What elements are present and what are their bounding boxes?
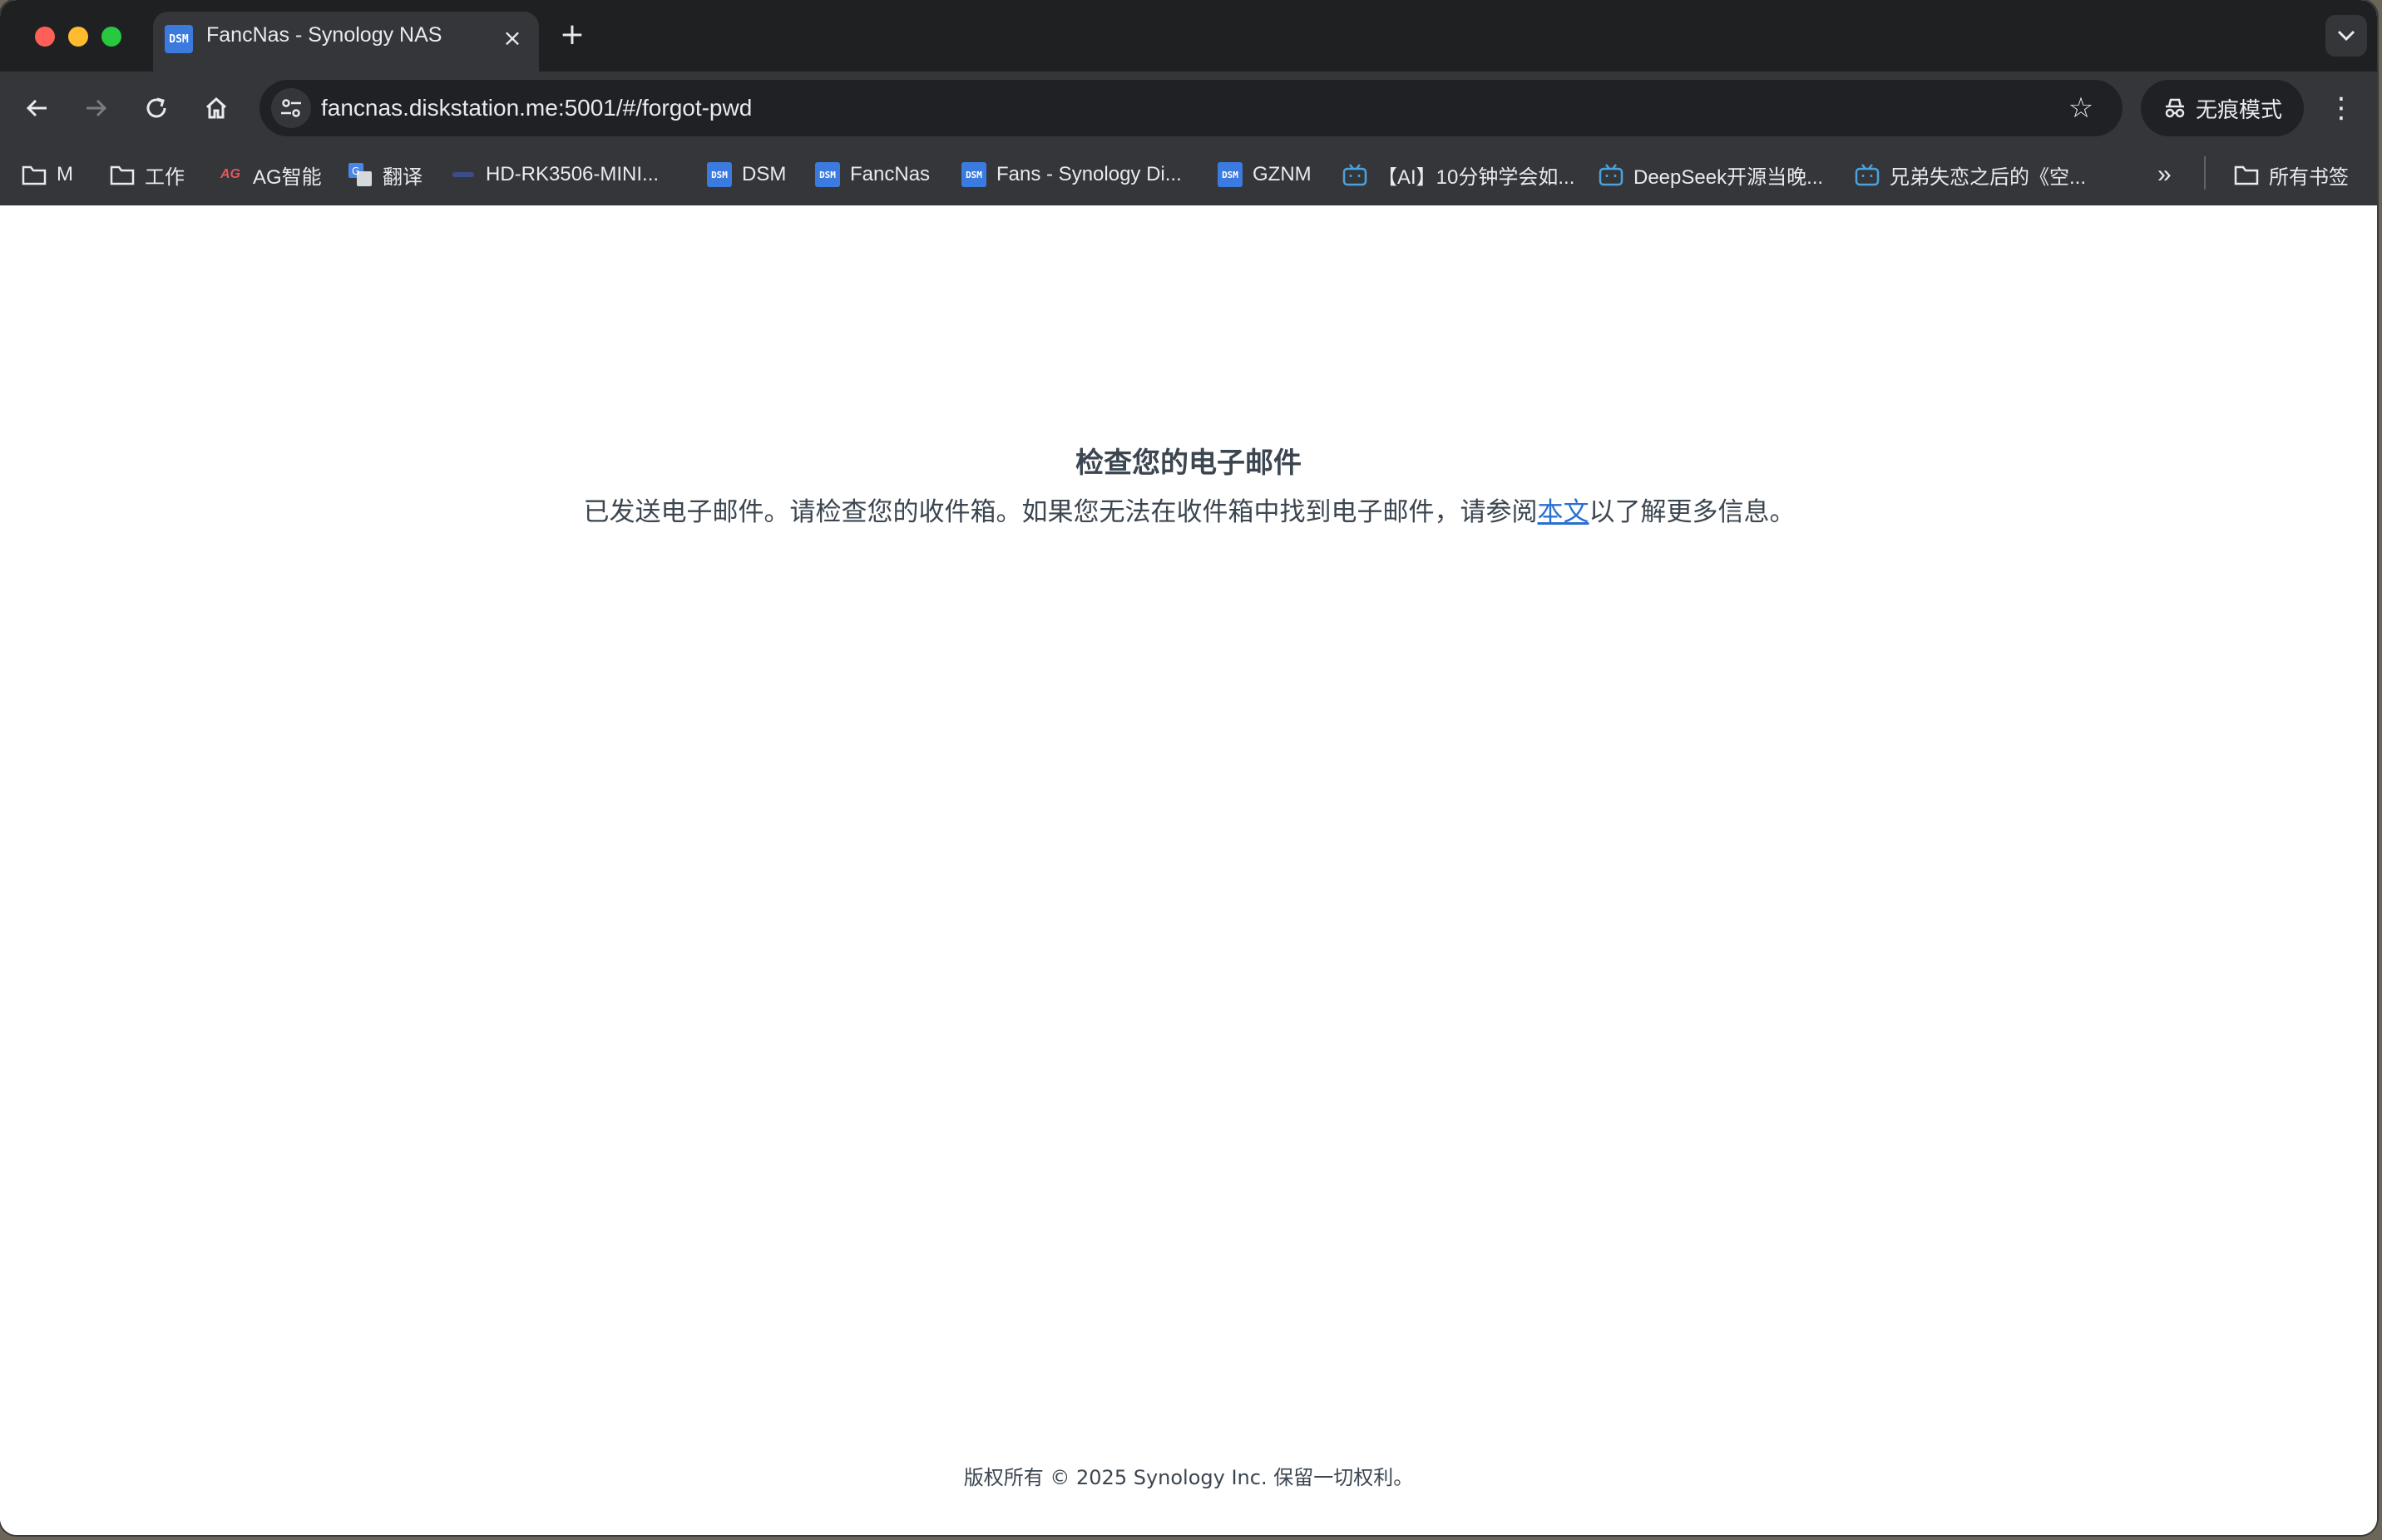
bookmark-label: HD-RK3506-MINI... xyxy=(486,163,660,185)
window-minimize-button[interactable] xyxy=(68,27,88,47)
bookmark-ag[interactable]: AG AG智能 xyxy=(218,156,322,193)
tab-title: FancNas - Synology NAS xyxy=(206,23,442,47)
bookmark-bilibili-ai[interactable]: 【AI】10分钟学会如... xyxy=(1342,156,1574,193)
bookmark-translate[interactable]: G 翻译 xyxy=(348,156,423,193)
incognito-icon xyxy=(2165,98,2185,118)
bookmark-fans-synology[interactable]: DSM Fans - Synology Di... xyxy=(961,156,1182,193)
bookmarks-bar: M 工作 AG AG智能 G 翻译 HD-RK3506-MINI... DSM xyxy=(0,145,2377,205)
forward-button[interactable] xyxy=(75,86,118,130)
bookmark-bilibili-deepseek[interactable]: DeepSeek开源当晚... xyxy=(1599,156,1823,193)
bookmark-label: AG智能 xyxy=(253,165,322,189)
tab-active[interactable]: DSM FancNas - Synology NAS × xyxy=(153,12,539,72)
bookmark-bilibili-brother[interactable]: 兄弟失恋之后的《空... xyxy=(1855,156,2086,193)
all-bookmarks-label: 所有书签 xyxy=(2269,165,2349,189)
dsm-icon: DSM xyxy=(1218,162,1243,187)
all-bookmarks-button[interactable]: 所有书签 xyxy=(2234,156,2349,193)
bilibili-icon xyxy=(1599,162,1623,187)
bookmark-star-icon[interactable]: ☆ xyxy=(2063,90,2099,126)
folder-icon xyxy=(110,162,135,187)
copyright-footer: 版权所有 © 2025 Synology Inc. 保留一切权利。 xyxy=(963,1466,1414,1489)
bookmark-label: DeepSeek开源当晚... xyxy=(1633,165,1824,189)
dsm-icon: DSM xyxy=(815,162,840,187)
bookmark-label: 翻译 xyxy=(383,165,423,189)
folder-icon xyxy=(22,162,47,187)
chevron-down-icon xyxy=(2337,30,2355,42)
translate-icon: G xyxy=(348,162,373,187)
arrow-right-icon xyxy=(86,99,107,117)
bookmark-gznm[interactable]: DSM GZNM xyxy=(1218,156,1312,193)
tab-search-button[interactable] xyxy=(2325,15,2367,57)
incognito-label: 无痕模式 xyxy=(2195,97,2282,123)
bookmark-label: DSM xyxy=(742,163,787,185)
address-bar[interactable]: fancnas.diskstation.me:5001/#/forgot-pwd… xyxy=(259,80,2123,136)
dsm-icon: DSM xyxy=(707,162,732,187)
arrow-left-icon xyxy=(26,99,47,117)
bookmark-fancnas[interactable]: DSM FancNas xyxy=(815,156,930,193)
window-close-button[interactable] xyxy=(35,27,55,47)
reload-icon xyxy=(146,97,166,118)
bookmark-label: Fans - Synology Di... xyxy=(996,163,1182,185)
message-text-after: 以了解更多信息。 xyxy=(1589,497,1796,527)
bilibili-icon xyxy=(1342,162,1367,187)
svg-text:G: G xyxy=(352,165,359,177)
bookmark-label: FancNas xyxy=(850,163,931,185)
board-icon xyxy=(451,162,476,187)
browser-window: DSM FancNas - Synology NAS × + fancnas.d… xyxy=(0,0,2377,1535)
bookmark-label: 工作 xyxy=(145,165,185,189)
bookmark-label: 【AI】10分钟学会如... xyxy=(1377,165,1575,189)
incognito-button[interactable]: 无痕模式 xyxy=(2141,80,2304,136)
dsm-favicon-icon: DSM xyxy=(165,25,193,53)
tab-close-icon[interactable]: × xyxy=(497,23,527,53)
page-title: 检查您的电子邮件 xyxy=(1075,447,1302,480)
bookmark-label: GZNM xyxy=(1253,163,1312,185)
page-content: 检查您的电子邮件 已发送电子邮件。请检查您的收件箱。如果您无法在收件箱中找到电子… xyxy=(0,205,2377,1535)
window-maximize-button[interactable] xyxy=(101,27,121,47)
reload-button[interactable] xyxy=(135,86,178,130)
url-text[interactable]: fancnas.diskstation.me:5001/#/forgot-pwd xyxy=(321,95,752,121)
browser-toolbar: fancnas.diskstation.me:5001/#/forgot-pwd… xyxy=(0,72,2377,145)
more-menu-icon[interactable]: ⋮ xyxy=(2320,86,2362,130)
bookmark-hd-rk3506[interactable]: HD-RK3506-MINI... xyxy=(451,156,659,193)
bookmarks-overflow-button[interactable]: » xyxy=(2157,156,2172,193)
bookmark-dsm[interactable]: DSM DSM xyxy=(707,156,786,193)
site-info-button[interactable] xyxy=(271,88,311,128)
home-icon xyxy=(205,96,227,119)
folder-icon xyxy=(2234,162,2259,187)
ag-logo-icon: AG xyxy=(220,167,240,181)
dsm-icon: DSM xyxy=(961,162,986,187)
back-button[interactable] xyxy=(15,86,58,130)
bookmark-folder-work[interactable]: 工作 xyxy=(110,156,185,193)
message-text-before: 已发送电子邮件。请检查您的收件箱。如果您无法在收件箱中找到电子邮件，请参阅 xyxy=(583,497,1538,527)
home-button[interactable] xyxy=(195,86,238,130)
tune-icon xyxy=(281,99,301,117)
bookmark-label: M xyxy=(57,163,73,185)
new-tab-button[interactable]: + xyxy=(556,18,589,52)
tab-strip: DSM FancNas - Synology NAS × + xyxy=(0,0,2377,72)
help-article-link[interactable]: 本文 xyxy=(1538,497,1589,527)
bookmarks-divider xyxy=(2204,156,2206,190)
bookmark-label: 兄弟失恋之后的《空... xyxy=(1890,165,2087,189)
bookmark-folder-m[interactable]: M xyxy=(22,156,73,193)
email-sent-message: 已发送电子邮件。请检查您的收件箱。如果您无法在收件箱中找到电子邮件，请参阅本文以… xyxy=(582,493,1796,531)
bilibili-icon xyxy=(1855,162,1880,187)
